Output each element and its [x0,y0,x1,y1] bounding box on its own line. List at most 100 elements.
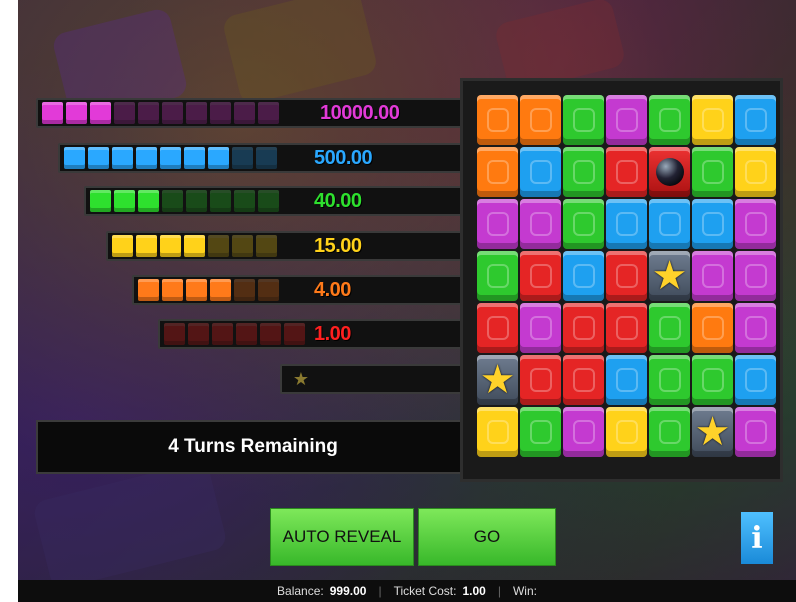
tile-green[interactable] [649,95,690,145]
tile-purple[interactable] [735,199,776,249]
prize-pip-empty [114,102,135,124]
tile-symbol-icon [615,316,638,340]
tile-symbol-icon [658,420,681,444]
tile-green[interactable] [563,147,604,197]
balance-value: 999.00 [329,584,367,598]
tile-green[interactable] [563,95,604,145]
tile-yellow[interactable] [477,407,518,457]
tile-symbol-icon [529,108,552,132]
prize-row: 10000.00 [36,98,470,128]
auto-reveal-button[interactable]: AUTO REVEAL [270,508,414,566]
tile-yellow[interactable] [735,147,776,197]
tile-star[interactable]: ★ [649,251,690,301]
auto-reveal-label: AUTO REVEAL [282,527,402,546]
prize-pip-empty [234,279,255,301]
prize-pip-empty [284,323,305,345]
prize-pip-empty [232,235,253,257]
tile-symbol-icon [701,212,724,236]
tile-purple[interactable] [520,303,561,353]
tile-red[interactable] [477,303,518,353]
tile-blue[interactable] [520,147,561,197]
tile-symbol-icon [701,316,724,340]
tile-symbol-icon [615,212,638,236]
tile-symbol-icon [744,420,767,444]
ticket-cost-value: 1.00 [462,584,486,598]
tile-symbol-icon [744,212,767,236]
tile-blue[interactable] [649,199,690,249]
prize-pip-empty [210,102,231,124]
tile-red[interactable] [520,355,561,405]
tile-yellow[interactable] [692,95,733,145]
tile-orange[interactable] [477,147,518,197]
prize-pip-empty [236,323,257,345]
turns-remaining-text: 4 Turns Remaining [168,436,338,457]
tile-purple[interactable] [735,407,776,457]
tile-purple[interactable] [735,251,776,301]
tile-blue[interactable] [692,199,733,249]
ticket-cost-label: Ticket Cost: [393,584,457,598]
tile-green[interactable] [692,147,733,197]
tile-blue[interactable] [606,355,647,405]
info-button[interactable]: i [741,512,773,564]
prize-row: 4.00 [132,275,470,305]
prize-pip-filled [136,147,157,169]
prize-row: 500.00 [58,143,470,173]
tile-blue[interactable] [563,251,604,301]
tile-symbol-icon [572,316,595,340]
tile-red[interactable] [606,303,647,353]
prize-row: ★ [280,364,470,394]
tile-orange[interactable] [520,95,561,145]
bomb-icon [655,158,684,186]
tile-symbol-icon [701,368,724,392]
tile-blue[interactable] [606,199,647,249]
tile-green[interactable] [477,251,518,301]
prize-pip-filled [184,147,205,169]
prize-pip-filled [160,235,181,257]
tile-grid: ★ ★ ★ [477,95,776,457]
prize-pip-empty [212,323,233,345]
tile-purple[interactable] [477,199,518,249]
tile-purple[interactable] [692,251,733,301]
tile-green[interactable] [649,355,690,405]
tile-blue[interactable] [735,355,776,405]
tile-bomb[interactable] [649,147,690,197]
tile-symbol-icon [615,420,638,444]
go-button[interactable]: GO [418,508,556,566]
tile-green[interactable] [692,355,733,405]
prize-pip-filled [112,235,133,257]
prize-pip-filled [208,147,229,169]
prize-pip-empty [162,190,183,212]
tile-green[interactable] [563,199,604,249]
tile-symbol-icon [486,264,509,288]
info-icon: i [751,520,763,556]
prize-progress: ★ [282,368,312,390]
tile-red[interactable] [520,251,561,301]
turns-panel: 4 Turns Remaining [36,420,470,474]
tile-symbol-icon [529,212,552,236]
tile-symbol-icon [486,108,509,132]
tile-yellow[interactable] [606,407,647,457]
prize-pip-empty [234,190,255,212]
star-icon: ★ [479,358,516,402]
tile-green[interactable] [649,407,690,457]
tile-green[interactable] [520,407,561,457]
tile-red[interactable] [563,355,604,405]
tile-symbol-icon [572,212,595,236]
tile-star[interactable]: ★ [477,355,518,405]
tile-red[interactable] [606,251,647,301]
tile-blue[interactable] [735,95,776,145]
tile-purple[interactable] [520,199,561,249]
prize-pip-empty [256,235,277,257]
divider: | [378,584,382,598]
tile-purple[interactable] [606,95,647,145]
tile-purple[interactable] [735,303,776,353]
tile-purple[interactable] [563,407,604,457]
prize-pip-filled [186,279,207,301]
tile-orange[interactable] [477,95,518,145]
tile-symbol-icon [486,420,509,444]
tile-orange[interactable] [692,303,733,353]
tile-star[interactable]: ★ [692,407,733,457]
tile-red[interactable] [606,147,647,197]
tile-green[interactable] [649,303,690,353]
tile-red[interactable] [563,303,604,353]
